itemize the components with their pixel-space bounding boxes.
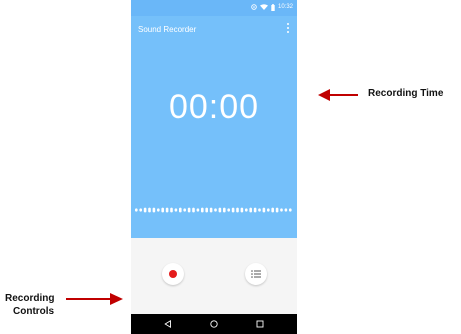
waveform-dot	[188, 208, 191, 213]
recording-controls	[131, 238, 297, 314]
waveform-dot	[258, 208, 261, 211]
waveform-dot	[285, 208, 288, 211]
waveform-dot	[179, 208, 182, 213]
record-icon	[169, 270, 177, 278]
alarm-icon	[251, 4, 257, 10]
recents-icon	[256, 320, 264, 328]
home-button[interactable]	[204, 314, 224, 334]
back-button[interactable]	[158, 314, 178, 334]
battery-icon	[271, 4, 275, 11]
status-time: 10:32	[278, 3, 293, 11]
recording-time-arrow	[330, 94, 358, 96]
recording-timer: 00:00	[131, 88, 297, 127]
app-title: Sound Recorder	[138, 25, 196, 34]
waveform-dot	[170, 208, 173, 213]
recents-button[interactable]	[250, 314, 270, 334]
waveform-dot	[144, 208, 147, 213]
phone-screen: 10:32 Sound Recorder 00:00	[131, 0, 297, 334]
recording-controls-arrow-head	[110, 293, 123, 305]
waveform-dot	[135, 208, 138, 211]
recording-time-arrow-head	[318, 89, 330, 101]
waveform-dot	[223, 208, 226, 213]
waveform-dot	[210, 208, 213, 213]
status-bar: 10:32	[131, 0, 297, 16]
waveform-dot	[139, 208, 142, 211]
recording-controls-arrow	[66, 298, 112, 300]
recording-time-label: Recording Time	[368, 88, 443, 99]
waveform-dot	[197, 208, 200, 211]
recording-controls-label-line1: Recording	[5, 293, 54, 304]
waveform-dot	[267, 208, 270, 211]
app-bar: Sound Recorder	[131, 16, 297, 40]
waveform-dot	[289, 208, 292, 211]
waveform-dot	[276, 208, 279, 213]
back-icon	[164, 320, 172, 328]
waveform-dot	[205, 208, 208, 213]
waveform-dot	[219, 208, 222, 213]
recording-controls-label-line2: Controls	[13, 306, 54, 317]
waveform-dot	[148, 208, 151, 213]
waveform-dot	[161, 208, 164, 213]
waveform-dot	[227, 208, 230, 211]
waveform-dot	[236, 208, 239, 213]
waveform-dot	[175, 208, 178, 211]
record-button[interactable]	[162, 263, 184, 285]
waveform-dot	[157, 208, 160, 211]
waveform-dot	[192, 208, 195, 213]
waveform-dot	[241, 208, 244, 213]
waveform-dot	[280, 208, 283, 211]
waveform-dot	[183, 208, 186, 211]
home-icon	[210, 320, 218, 328]
waveform-dot	[201, 208, 204, 213]
navigation-bar	[131, 314, 297, 334]
waveform-dot	[166, 208, 169, 213]
waveform-dot	[254, 208, 257, 213]
waveform-dot	[214, 208, 217, 211]
recording-display: 00:00	[131, 40, 297, 238]
waveform-dot	[263, 208, 266, 213]
waveform	[135, 205, 293, 215]
more-options-icon[interactable]	[285, 22, 291, 34]
waveform-dot	[153, 208, 156, 213]
waveform-dot	[249, 208, 252, 213]
recordings-list-icon	[251, 270, 261, 278]
waveform-dot	[245, 208, 248, 211]
recordings-list-button[interactable]	[245, 263, 267, 285]
status-icons: 10:32	[251, 3, 293, 11]
wifi-icon	[260, 4, 268, 10]
waveform-dot	[271, 208, 274, 213]
waveform-dot	[232, 208, 235, 213]
